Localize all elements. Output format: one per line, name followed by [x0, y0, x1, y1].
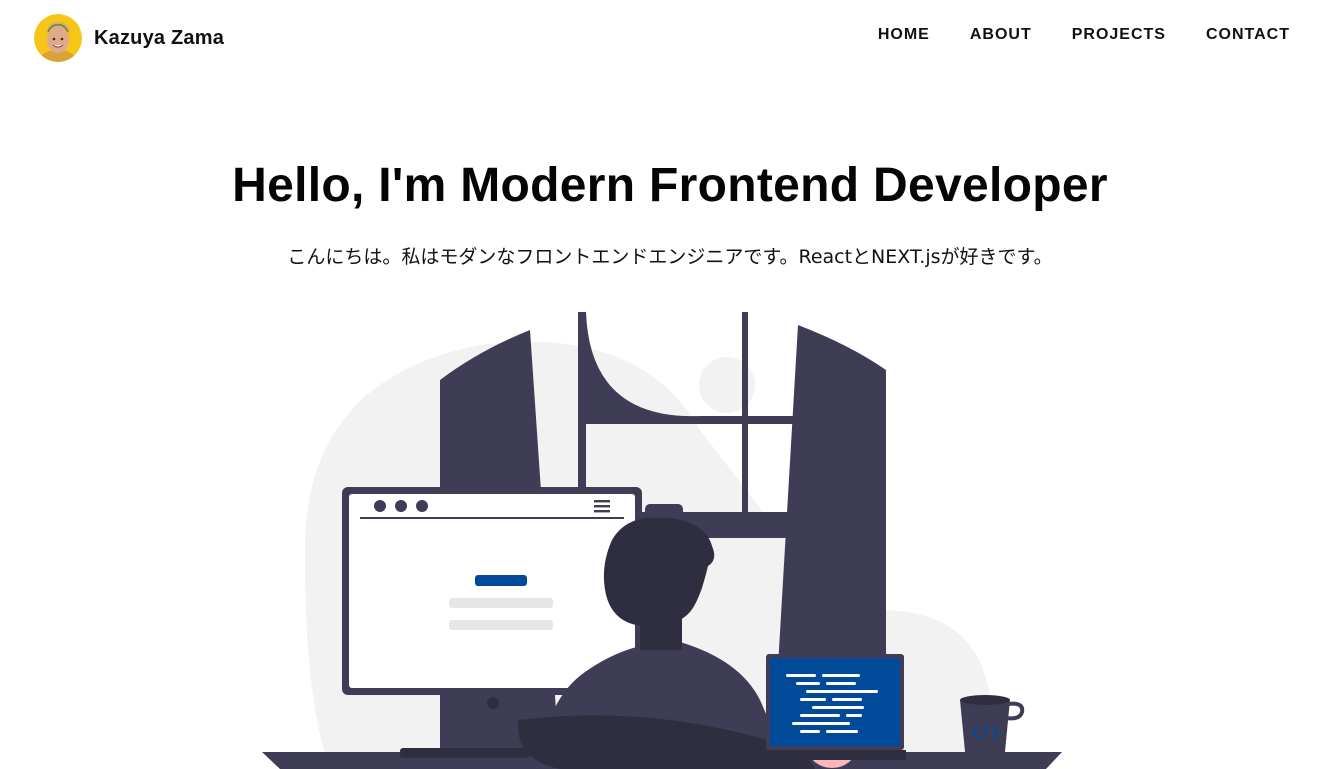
developer-illustration [262, 312, 1062, 769]
mug-rim [960, 695, 1010, 705]
monitor-screen [349, 494, 635, 688]
keyboard [400, 748, 530, 758]
brand-link[interactable]: Kazuya Zama [34, 14, 224, 62]
monitor-stand-hole [487, 697, 499, 709]
hero-subtitle: こんにちは。私はモダンなフロントエンドエンジニアです。ReactとNEXT.js… [287, 246, 1053, 268]
brand-name: Kazuya Zama [94, 26, 225, 49]
window-dot-icon [395, 500, 407, 512]
screen-button-shape [475, 575, 527, 586]
nav-projects[interactable]: PROJECTS [1072, 26, 1166, 44]
browser-divider [360, 517, 624, 519]
site-header: Kazuya Zama HOME ABOUT PROJECTS CONTACT [0, 0, 1340, 76]
hamburger-menu-icon [594, 500, 610, 513]
nav-about[interactable]: ABOUT [970, 26, 1032, 44]
main-nav: HOME ABOUT PROJECTS CONTACT [878, 26, 1290, 44]
chair-back-top [645, 504, 683, 518]
window-dot-icon [374, 500, 386, 512]
screen-line-shape [449, 620, 553, 630]
nav-contact[interactable]: CONTACT [1206, 26, 1290, 44]
window-dot-icon [416, 500, 428, 512]
avatar-icon [34, 14, 82, 62]
hero-title: Hello, I'm Modern Frontend Developer [232, 159, 1108, 212]
laptop-base [776, 750, 906, 760]
nav-home[interactable]: HOME [878, 26, 930, 44]
screen-line-shape [449, 598, 553, 608]
